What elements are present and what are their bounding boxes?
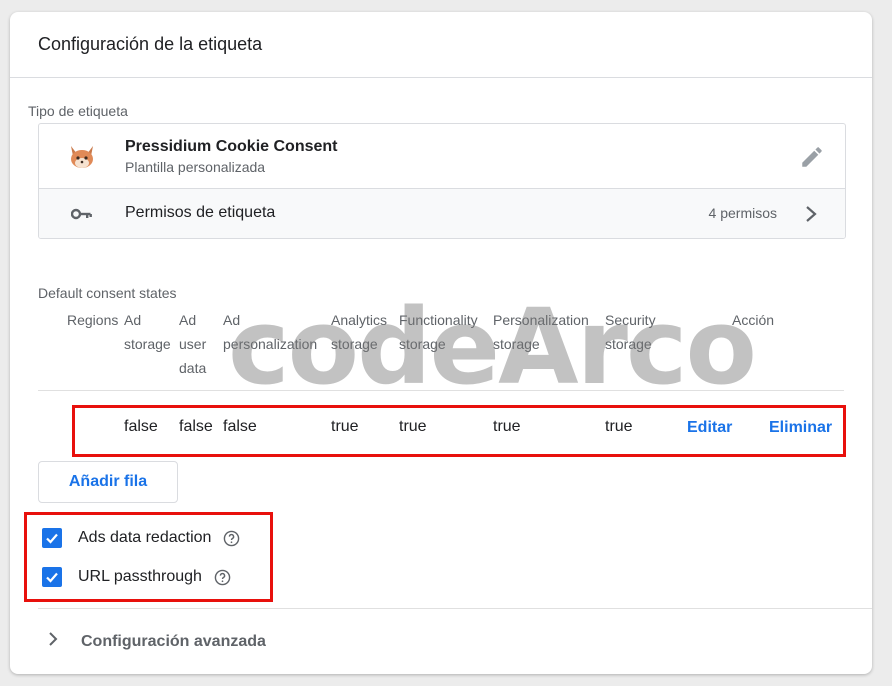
column-header-analytics-storage: Analytics storage <box>331 312 388 352</box>
fox-icon <box>71 146 93 168</box>
card-title: Configuración de la etiqueta <box>10 12 872 78</box>
column-header-security-storage: Security storage <box>605 312 656 352</box>
add-row-button[interactable]: Añadir fila <box>38 461 178 503</box>
check-icon <box>46 533 58 544</box>
url-passthrough-label: URL passthrough <box>78 568 202 585</box>
permissions-label: Permisos de etiqueta <box>125 204 276 221</box>
url-passthrough-option[interactable]: URL passthrough <box>42 565 231 589</box>
template-subtitle: Plantilla personalizada <box>125 159 266 175</box>
pencil-icon[interactable] <box>799 144 825 170</box>
chevron-right-icon[interactable] <box>46 630 60 648</box>
ads-data-redaction-label: Ads data redaction <box>78 529 212 546</box>
help-icon[interactable] <box>223 530 240 547</box>
column-header-action: Acción <box>732 312 775 328</box>
check-icon <box>46 572 58 583</box>
column-header-ad-user-data: Ad user data <box>179 312 207 376</box>
ads-data-redaction-checkbox[interactable] <box>42 528 62 548</box>
column-header-ad-personalization: Ad personalization <box>223 312 318 352</box>
chevron-right-icon[interactable] <box>801 203 821 225</box>
template-row[interactable]: Pressidium Cookie Consent Plantilla pers… <box>39 124 845 189</box>
template-name: Pressidium Cookie Consent <box>125 138 338 155</box>
help-icon[interactable] <box>214 569 231 586</box>
delete-row-button[interactable]: Eliminar <box>769 419 832 437</box>
url-passthrough-checkbox[interactable] <box>42 567 62 587</box>
edit-row-button[interactable]: Editar <box>687 419 732 437</box>
advanced-settings-toggle[interactable]: Configuración avanzada <box>81 633 266 651</box>
cell-functionality-storage: true <box>399 418 427 435</box>
ads-data-redaction-option[interactable]: Ads data redaction <box>42 526 240 550</box>
tag-type-box: Pressidium Cookie Consent Plantilla pers… <box>38 123 846 239</box>
cell-ad-user-data: false <box>179 418 213 435</box>
column-header-personalization-storage: Personalization storage <box>493 312 589 352</box>
cell-security-storage: true <box>605 418 633 435</box>
column-header-functionality-storage: Functionality storage <box>399 312 478 352</box>
permissions-row[interactable]: Permisos de etiqueta 4 permisos <box>39 189 845 238</box>
cell-analytics-storage: true <box>331 418 359 435</box>
cell-ad-storage: false <box>124 418 158 435</box>
table-header-divider <box>38 390 844 391</box>
advanced-divider <box>38 608 872 609</box>
column-header-ad-storage: Ad storage <box>124 312 171 352</box>
key-icon <box>71 208 92 220</box>
cell-personalization-storage: true <box>493 418 521 435</box>
cell-ad-personalization: false <box>223 418 257 435</box>
tag-type-label: Tipo de etiqueta <box>28 103 128 119</box>
column-header-regions: Regions <box>67 312 119 328</box>
consent-states-label: Default consent states <box>38 285 177 301</box>
permissions-count: 4 permisos <box>708 205 777 221</box>
